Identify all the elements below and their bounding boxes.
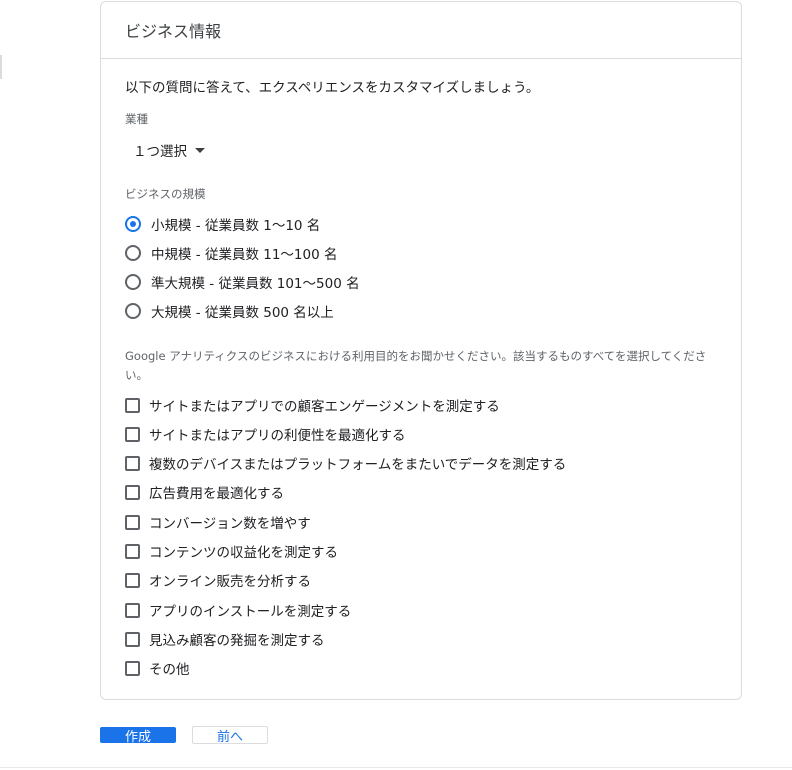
usage-option[interactable]: サイトまたはアプリの利便性を最適化する (125, 424, 406, 444)
checkbox-icon[interactable] (125, 514, 140, 530)
create-button[interactable]: 作成 (100, 727, 176, 745)
size-option-medium[interactable]: 中規模 - 従業員数 11〜100 名 (125, 243, 337, 263)
usage-option-label: 見込み顧客の発掘を測定する (149, 633, 325, 649)
usage-option-label: オンライン販売を分析する (149, 574, 311, 590)
size-option-label: 中規模 - 従業員数 11〜100 名 (151, 247, 338, 263)
usage-option[interactable]: 広告費用を最適化する (125, 482, 284, 502)
checkbox-icon[interactable] (125, 455, 140, 471)
usage-option[interactable]: コンバージョン数を増やす (125, 512, 311, 532)
checkbox-icon[interactable] (125, 572, 140, 588)
radio-button-icon[interactable] (125, 245, 141, 261)
checkbox-icon[interactable] (125, 631, 140, 647)
usage-option[interactable]: サイトまたはアプリでの顧客エンゲージメントを測定する (125, 395, 500, 415)
radio-button-icon[interactable] (125, 303, 141, 319)
dropdown-caret-icon (195, 147, 205, 153)
size-option-label: 小規模 - 従業員数 1〜10 名 (151, 218, 321, 234)
business-size-label: ビジネスの規模 (125, 187, 206, 201)
industry-dropdown[interactable]: １つ選択 (133, 140, 205, 160)
size-option-small[interactable]: 小規模 - 従業員数 1〜10 名 (125, 214, 320, 234)
left-edge-marker (0, 55, 2, 79)
usage-option-label: アプリのインストールを測定する (149, 604, 352, 620)
radio-button-icon[interactable] (125, 274, 141, 290)
usage-option-label: その他 (149, 662, 190, 678)
checkbox-icon[interactable] (125, 602, 140, 618)
size-option-label: 準大規模 - 従業員数 101〜500 名 (151, 276, 360, 292)
usage-option-label: コンテンツの収益化を測定する (149, 545, 338, 561)
industry-selected-value: １つ選択 (133, 144, 187, 160)
usage-option-label: コンバージョン数を増やす (149, 516, 311, 532)
checkbox-icon[interactable] (125, 397, 140, 413)
usage-option-label: サイトまたはアプリでの顧客エンゲージメントを測定する (149, 399, 500, 415)
checkbox-icon[interactable] (125, 543, 140, 559)
size-option-label: 大規模 - 従業員数 500 名以上 (151, 305, 334, 321)
intro-text: 以下の質問に答えて、エクスペリエンスをカスタマイズしましょう。 (125, 80, 540, 96)
usage-option[interactable]: コンテンツの収益化を測定する (125, 541, 338, 561)
usage-option[interactable]: オンライン販売を分析する (125, 570, 311, 590)
business-info-card: ビジネス情報 以下の質問に答えて、エクスペリエンスをカスタマイズしましょう。 業… (100, 1, 742, 700)
usage-option[interactable]: 見込み顧客の発掘を測定する (125, 629, 325, 649)
usage-option-label: サイトまたはアプリの利便性を最適化する (149, 428, 406, 444)
checkbox-icon[interactable] (125, 426, 140, 442)
usage-option[interactable]: その他 (125, 658, 190, 678)
usage-question: Google アナリティクスのビジネスにおける利用目的をお聞かせください。該当す… (125, 349, 707, 382)
checkbox-icon[interactable] (125, 660, 140, 676)
industry-label: 業種 (125, 112, 148, 126)
checkbox-icon[interactable] (125, 484, 140, 500)
card-title: ビジネス情報 (101, 2, 741, 59)
usage-option[interactable]: 複数のデバイスまたはプラットフォームをまたいでデータを測定する (125, 453, 566, 473)
usage-option-label: 広告費用を最適化する (149, 486, 284, 502)
size-option-semi-large[interactable]: 準大規模 - 従業員数 101〜500 名 (125, 272, 360, 292)
usage-option[interactable]: アプリのインストールを測定する (125, 600, 351, 620)
usage-option-label: 複数のデバイスまたはプラットフォームをまたいでデータを測定する (149, 457, 567, 473)
size-option-large[interactable]: 大規模 - 従業員数 500 名以上 (125, 301, 334, 321)
page-divider (0, 767, 792, 768)
back-button[interactable]: 前へ (192, 726, 268, 745)
radio-button-checked-icon[interactable] (125, 216, 141, 232)
